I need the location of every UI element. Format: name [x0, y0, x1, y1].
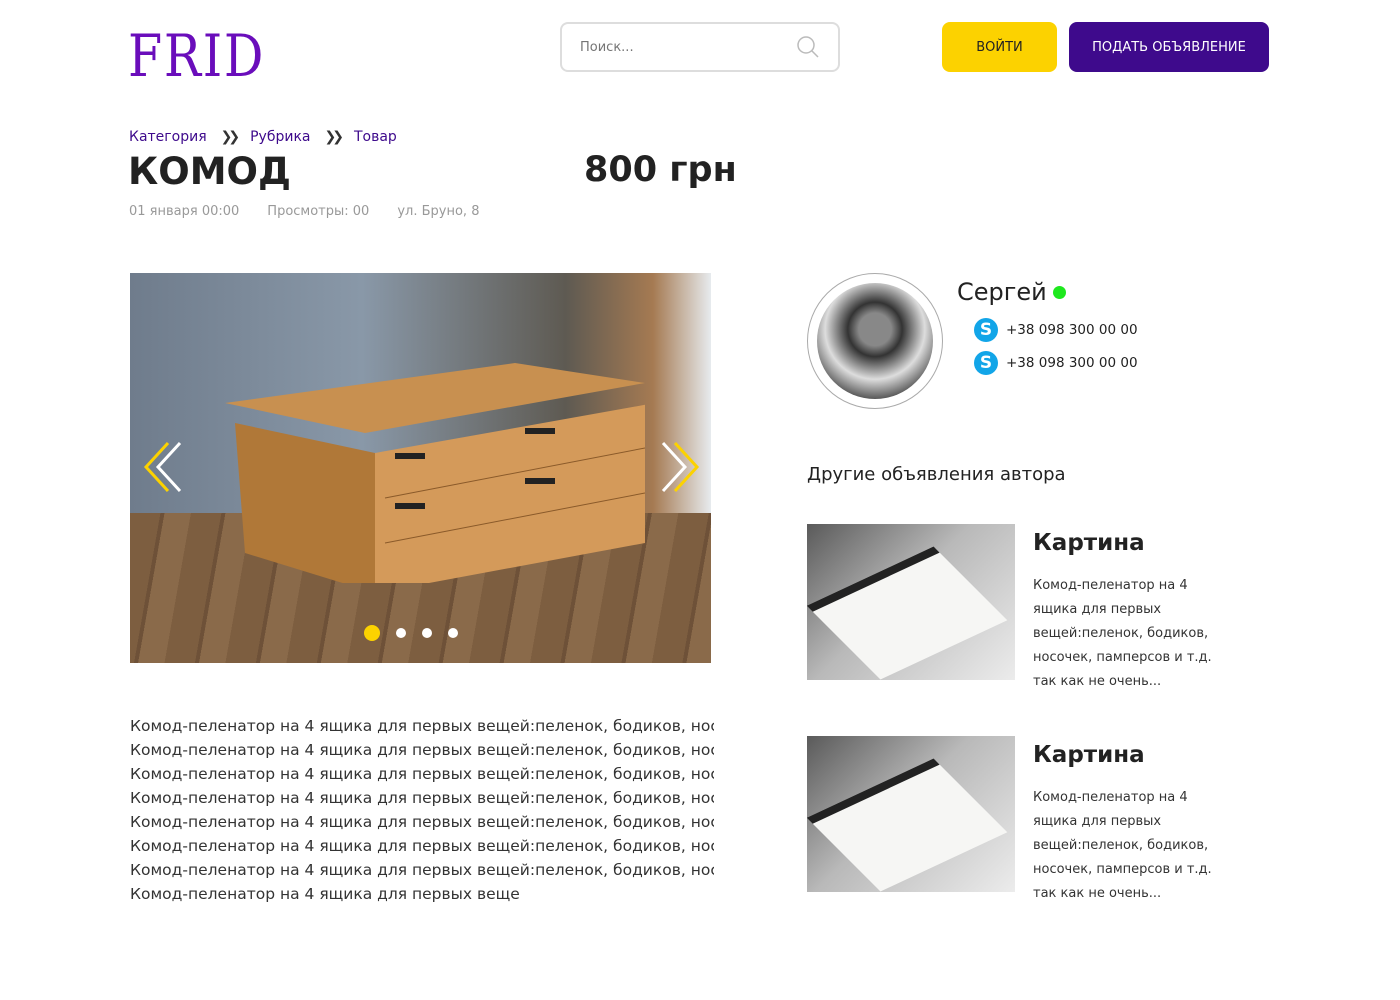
description-line: Комод-пеленатор на 4 ящика для первых ве… — [130, 765, 714, 783]
search-input[interactable] — [580, 39, 796, 55]
login-button[interactable]: ВОЙТИ — [942, 22, 1057, 72]
description-line: Комод-пеленатор на 4 ящика для первых ве… — [130, 837, 714, 855]
slide-indicators — [364, 625, 458, 641]
phone-number[interactable]: +38 098 300 00 00 — [1006, 355, 1138, 371]
skype-icon[interactable]: S — [974, 318, 998, 342]
views: Просмотры: 00 — [267, 204, 370, 219]
address: ул. Бруно, 8 — [397, 204, 480, 219]
seller-name: Сергей — [957, 278, 1047, 306]
post-ad-button[interactable]: ПОДАТЬ ОБЪЯВЛЕНИЕ — [1069, 22, 1269, 72]
price: 800 грн — [584, 150, 737, 190]
chevron-double-right-icon: ❯❯ — [324, 129, 344, 145]
slide-dot[interactable] — [422, 628, 432, 638]
avatar — [807, 273, 943, 409]
phone-row: S +38 098 300 00 00 — [974, 318, 1138, 342]
search-icon[interactable] — [796, 35, 820, 59]
online-status-icon — [1052, 285, 1066, 299]
search-box[interactable] — [560, 22, 840, 72]
prev-slide-arrow-icon[interactable] — [142, 441, 186, 493]
photo-gallery[interactable] — [130, 273, 711, 663]
other-ad-image[interactable] — [807, 524, 1015, 680]
slide-dot[interactable] — [364, 625, 380, 641]
avatar-photo — [817, 283, 933, 399]
description: Комод-пеленатор на 4 ящика для первых ве… — [130, 714, 714, 906]
other-ad-text: Комод-пеленатор на 4 ящика для первых ве… — [1033, 790, 1212, 901]
other-ad-image[interactable] — [807, 736, 1015, 892]
description-line: Комод-пеленатор на 4 ящика для первых ве… — [130, 885, 520, 903]
slide-dot[interactable] — [396, 628, 406, 638]
slide-dot[interactable] — [448, 628, 458, 638]
description-line: Комод-пеленатор на 4 ящика для первых ве… — [130, 717, 714, 735]
phone-number[interactable]: +38 098 300 00 00 — [1006, 322, 1138, 338]
other-ad-title[interactable]: Картина — [1033, 530, 1145, 556]
page-title: КОМОД — [128, 150, 291, 193]
description-line: Комод-пеленатор на 4 ящика для первых ве… — [130, 813, 714, 831]
listing-meta: 01 января 00:00 Просмотры: 00 ул. Бруно,… — [129, 204, 479, 219]
breadcrumb-category[interactable]: Категория — [129, 129, 207, 145]
breadcrumb-item[interactable]: Товар — [354, 129, 397, 145]
chevron-double-right-icon: ❯❯ — [220, 129, 241, 145]
breadcrumb-rubric[interactable]: Рубрика — [250, 129, 310, 145]
logo[interactable]: FRID — [128, 22, 265, 90]
other-ads-heading: Другие объявления автора — [807, 464, 1066, 485]
next-slide-arrow-icon[interactable] — [657, 441, 701, 493]
date: 01 января 00:00 — [129, 204, 240, 219]
seller-name-row: Сергей — [957, 278, 1066, 306]
product-photo — [225, 363, 645, 583]
description-line: Комод-пеленатор на 4 ящика для первых ве… — [130, 741, 714, 759]
other-ad-card[interactable] — [807, 524, 1015, 680]
other-ad-title[interactable]: Картина — [1033, 742, 1145, 768]
description-line: Комод-пеленатор на 4 ящика для первых ве… — [130, 861, 714, 879]
breadcrumb: Категория ❯❯ Рубрика ❯❯ Товар — [129, 129, 397, 145]
description-line: Комод-пеленатор на 4 ящика для первых ве… — [130, 789, 714, 807]
other-ad-text: Комод-пеленатор на 4 ящика для первых ве… — [1033, 578, 1212, 689]
other-ad-card[interactable] — [807, 736, 1015, 892]
skype-icon[interactable]: S — [974, 351, 998, 375]
phone-row: S +38 098 300 00 00 — [974, 351, 1138, 375]
